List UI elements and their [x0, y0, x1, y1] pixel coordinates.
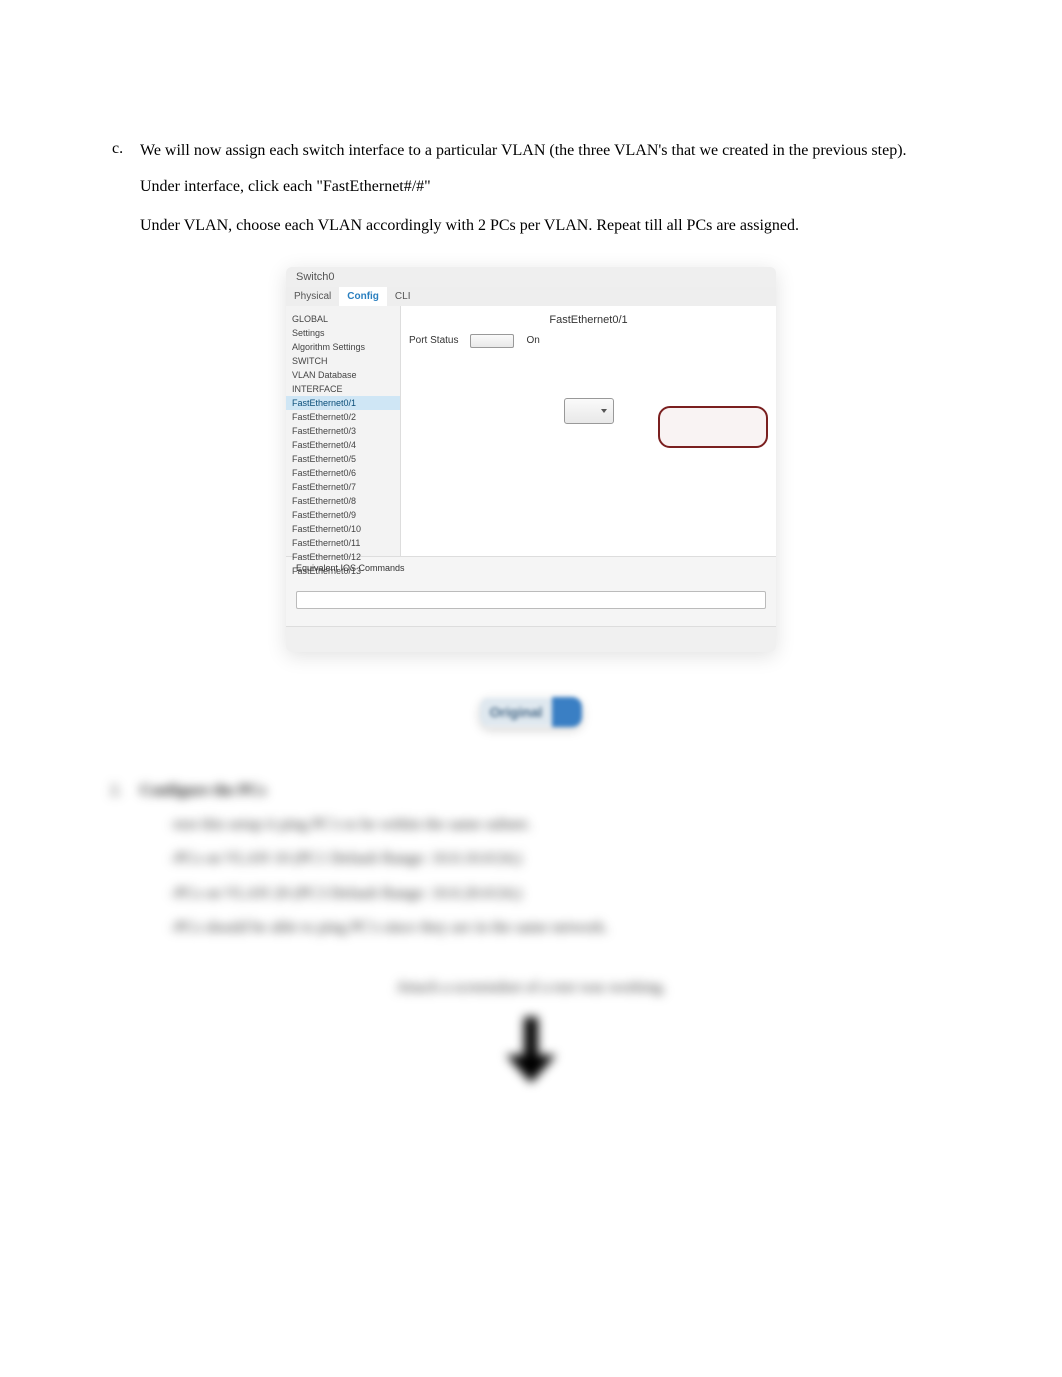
cli-area: Equivalent IOS Commands	[286, 556, 776, 626]
sidebar-item[interactable]: FastEthernet0/8	[286, 494, 400, 508]
on-label: On	[526, 335, 539, 346]
cli-input[interactable]	[296, 591, 766, 609]
sidebar: GLOBAL Settings Algorithm Settings SWITC…	[286, 306, 401, 556]
annotation-circle	[658, 406, 768, 448]
panel-title: FastEthernet0/1	[409, 314, 768, 326]
paragraph-vlan: Under VLAN, choose each VLAN accordingly…	[140, 215, 952, 237]
original-pill[interactable]: Original	[480, 697, 583, 727]
port-status-toggle[interactable]	[470, 334, 514, 348]
port-status-label: Port Status	[409, 335, 458, 346]
sidebar-item[interactable]: FastEthernet0/3	[286, 424, 400, 438]
tab-config[interactable]: Config	[339, 287, 387, 306]
sidebar-item[interactable]: FastEthernet0/9	[286, 508, 400, 522]
sidebar-item[interactable]: FastEthernet0/4	[286, 438, 400, 452]
sidebar-item[interactable]: FastEthernet0/11	[286, 536, 400, 550]
sidebar-item[interactable]: SWITCH	[286, 354, 400, 368]
tab-cli[interactable]: CLI	[387, 287, 419, 306]
sidebar-item[interactable]: FastEthernet0/12	[286, 550, 400, 564]
down-arrow-icon	[506, 1017, 556, 1087]
tab-physical[interactable]: Physical	[286, 287, 339, 306]
pill-icon	[552, 697, 582, 727]
list-marker-2: 2.	[110, 782, 140, 800]
cli-header: Equivalent IOS Commands	[296, 563, 766, 573]
window-footer	[286, 626, 776, 652]
vlan-dropdown[interactable]	[564, 398, 614, 424]
attach-instruction: Attach a screenshot of a test was workin…	[110, 979, 952, 997]
pill-label: Original	[480, 698, 553, 726]
sidebar-item[interactable]: FastEthernet0/6	[286, 466, 400, 480]
section-2-line: -PCs on VLAN 20 (PC3 Default Range: 10.0…	[170, 883, 952, 905]
list-marker-c: c.	[110, 140, 140, 162]
step-c-text: We will now assign each switch interface…	[140, 140, 952, 162]
sidebar-item[interactable]: FastEthernet0/5	[286, 452, 400, 466]
sidebar-item[interactable]: FastEthernet0/7	[286, 480, 400, 494]
embedded-screenshot: Switch0 Physical Config CLI GLOBAL Setti…	[286, 267, 776, 652]
section-2-title: Configure the PCs	[140, 782, 266, 800]
sidebar-item[interactable]: FastEthernet0/10	[286, 522, 400, 536]
config-panel: FastEthernet0/1 Port Status On	[401, 306, 776, 556]
sidebar-item[interactable]: VLAN Database	[286, 368, 400, 382]
window-title: Switch0	[286, 267, 776, 287]
sidebar-item[interactable]: GLOBAL	[286, 312, 400, 326]
section-2-line: -PCs should be able to ping PC's since t…	[170, 917, 952, 939]
sidebar-item[interactable]: Settings	[286, 326, 400, 340]
sidebar-item-selected[interactable]: FastEthernet0/1	[286, 396, 400, 410]
blurred-section: 2. Configure the PCs -test this setup it…	[110, 782, 952, 1088]
sidebar-item[interactable]: FastEthernet0/2	[286, 410, 400, 424]
sidebar-item[interactable]: Algorithm Settings	[286, 340, 400, 354]
sidebar-item[interactable]: INTERFACE	[286, 382, 400, 396]
section-2-line: -PCs on VLAN 10 (PC1 Default Range: 10.0…	[170, 848, 952, 870]
section-2-line: -test this setup it ping PC's to be with…	[170, 814, 952, 836]
paragraph-interface: Under interface, click each "FastEtherne…	[140, 176, 952, 198]
tab-row: Physical Config CLI	[286, 287, 776, 306]
